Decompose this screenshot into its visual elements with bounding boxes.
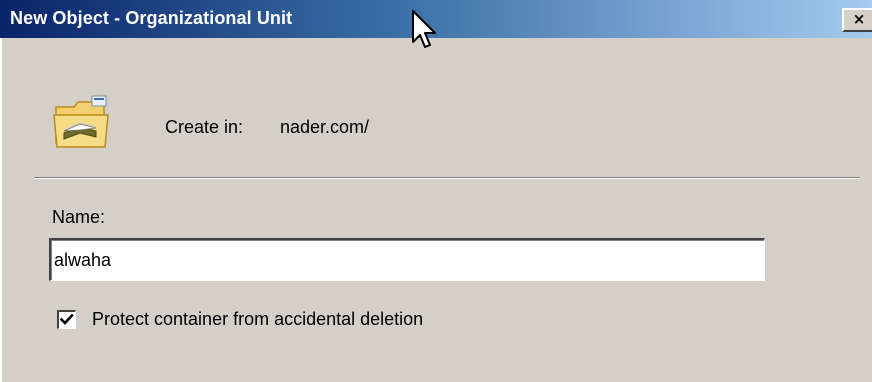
folder-ou-icon: [53, 95, 109, 148]
name-label: Name:: [52, 207, 106, 227]
separator-line: [34, 177, 860, 179]
protect-container-label[interactable]: Protect container from accidental deleti…: [92, 309, 423, 330]
close-button[interactable]: ×: [842, 8, 872, 32]
name-input[interactable]: [49, 238, 765, 281]
create-in-path: nader.com/: [280, 117, 370, 137]
checkmark-icon: [59, 313, 74, 325]
window-title: New Object - Organizational Unit: [10, 8, 293, 28]
window-left-border: [0, 38, 2, 382]
create-in-label: Create in:: [165, 117, 244, 137]
protect-container-checkbox[interactable]: [57, 310, 76, 329]
new-ou-dialog: New Object - Organizational Unit × Creat…: [0, 0, 872, 382]
mouse-pointer-icon: [412, 10, 436, 48]
